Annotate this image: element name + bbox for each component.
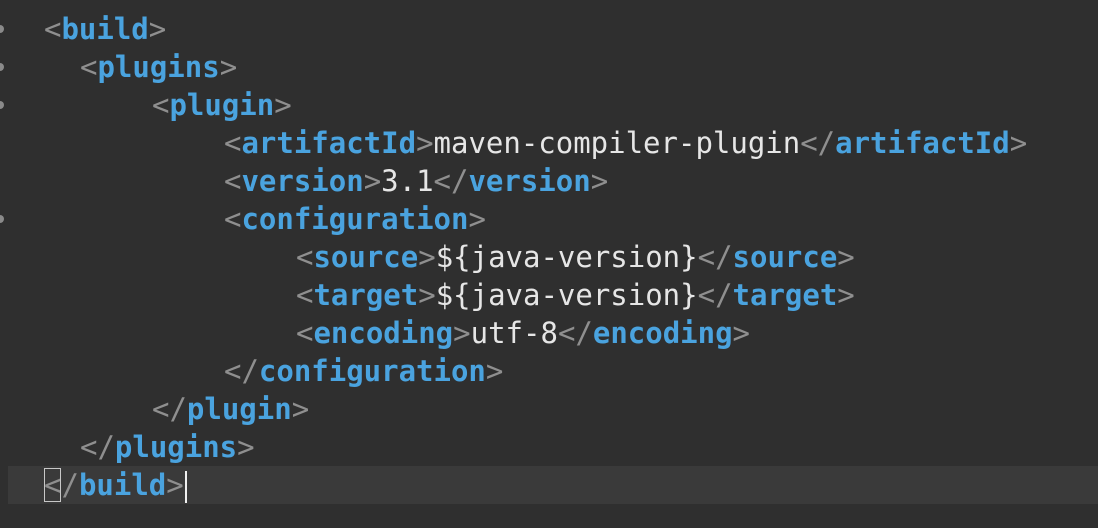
tag-name: configuration	[241, 202, 469, 236]
code-line[interactable]: <target>${java-version}</target>	[8, 276, 1098, 314]
tag-bracket: >	[837, 278, 855, 312]
tag-bracket: >	[363, 164, 382, 198]
tag-name: plugin	[169, 88, 275, 122]
fold-marker-icon[interactable]	[0, 25, 4, 33]
element-text: ${java-version}	[435, 278, 698, 312]
tag-name: encoding	[313, 316, 454, 350]
tag-bracket: >	[274, 88, 292, 122]
fold-gutter	[0, 0, 8, 528]
tag-bracket: <	[80, 50, 98, 84]
tag-bracket: >	[732, 316, 751, 350]
tag-name: plugin	[186, 392, 292, 426]
tag-name: source	[313, 240, 419, 274]
tag-bracket: >	[416, 126, 434, 160]
tag-name: plugins	[97, 50, 220, 84]
tag-name: target	[313, 278, 419, 312]
code-line[interactable]: <artifactId>maven-compiler-plugin</artif…	[8, 124, 1098, 162]
code-line[interactable]: </plugins>	[8, 428, 1098, 466]
element-text: ${java-version}	[435, 240, 698, 274]
tag-bracket: </	[433, 164, 469, 198]
code-line[interactable]: <plugins>	[8, 48, 1098, 86]
matched-bracket: <	[44, 468, 62, 502]
tag-name: version	[468, 164, 591, 198]
code-editor[interactable]: <build> <plugins> <plugin> <artifactId>mave…	[0, 0, 1098, 528]
element-text: maven-compiler-plugin	[433, 126, 801, 160]
code-line[interactable]: <plugin>	[8, 86, 1098, 124]
tag-name: build	[78, 468, 167, 502]
tag-bracket: >	[485, 354, 504, 388]
tag-bracket: </	[80, 430, 115, 464]
fold-marker-icon[interactable]	[0, 101, 4, 109]
tag-bracket: >	[468, 202, 486, 236]
tag-name: plugins	[114, 430, 238, 464]
tag-bracket: >	[1009, 126, 1028, 160]
code-line[interactable]: </plugin>	[8, 390, 1098, 428]
tag-name: version	[241, 164, 364, 198]
tag-bracket: <	[44, 12, 62, 46]
fold-marker-icon[interactable]	[0, 63, 4, 71]
code-line[interactable]: <encoding>utf-8</encoding>	[8, 314, 1098, 352]
tag-bracket: <	[152, 88, 170, 122]
tag-bracket: </	[224, 354, 259, 388]
element-text: 3.1	[381, 164, 434, 198]
code-lines[interactable]: <build> <plugins> <plugin> <artifactId>mave…	[8, 10, 1098, 504]
tag-name: build	[61, 12, 149, 46]
code-line[interactable]: <version>3.1</version>	[8, 162, 1098, 200]
tag-name: artifactId	[241, 126, 417, 160]
tag-bracket: >	[148, 12, 167, 46]
tag-bracket: <	[224, 126, 242, 160]
code-line[interactable]: <configuration>	[8, 200, 1098, 238]
tag-bracket: >	[453, 316, 471, 350]
tag-bracket: >	[166, 468, 184, 502]
tag-name: configuration	[258, 354, 486, 388]
code-line-current[interactable]: </build>	[8, 466, 1098, 504]
tag-bracket: <	[296, 278, 314, 312]
text-caret	[184, 471, 187, 503]
tag-bracket: <	[224, 202, 242, 236]
tag-bracket: >	[237, 430, 255, 464]
element-text: utf-8	[470, 316, 558, 350]
tag-bracket: <	[224, 164, 242, 198]
code-line[interactable]: </configuration>	[8, 352, 1098, 390]
tag-bracket: </	[152, 392, 187, 426]
tag-bracket: <	[296, 240, 314, 274]
tag-name: artifactId	[835, 126, 1010, 160]
tag-name: target	[732, 278, 838, 312]
tag-bracket: >	[291, 392, 310, 426]
tag-bracket: </	[697, 278, 733, 312]
tag-name: encoding	[592, 316, 733, 350]
tag-bracket: </	[800, 126, 836, 160]
tag-bracket: >	[219, 50, 238, 84]
tag-bracket: >	[837, 240, 855, 274]
fold-marker-icon[interactable]	[0, 215, 4, 223]
tag-name: source	[732, 240, 838, 274]
tag-bracket: </	[557, 316, 593, 350]
tag-bracket: >	[418, 278, 436, 312]
code-line[interactable]: <build>	[8, 10, 1098, 48]
tag-bracket: <	[296, 316, 314, 350]
tag-bracket: </	[697, 240, 733, 274]
code-line[interactable]: <source>${java-version}</source>	[8, 238, 1098, 276]
tag-bracket: /	[61, 468, 79, 502]
tag-bracket: >	[418, 240, 436, 274]
tag-bracket: >	[590, 164, 609, 198]
